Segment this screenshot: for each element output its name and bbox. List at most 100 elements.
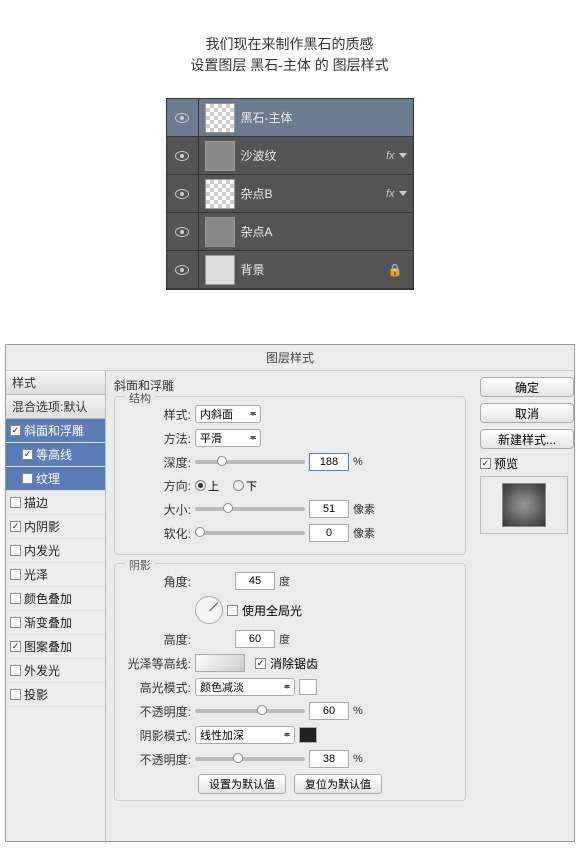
slider-knob[interactable] xyxy=(233,753,243,763)
sidebar-item-texture[interactable]: 纹理 xyxy=(6,467,105,491)
chevron-down-icon[interactable] xyxy=(399,191,407,196)
unit-percent: % xyxy=(353,753,363,765)
layer-name: 黑石-主体 xyxy=(241,109,413,126)
label-style: 样式: xyxy=(121,406,191,423)
visibility-icon[interactable] xyxy=(175,113,189,123)
select-value: 平滑 xyxy=(200,430,222,446)
visibility-icon[interactable] xyxy=(175,189,189,199)
sidebar-item-stroke[interactable]: 描边 xyxy=(6,491,105,515)
checkbox[interactable] xyxy=(10,689,21,700)
new-style-button[interactable]: 新建样式... xyxy=(480,429,574,449)
caret-icon xyxy=(284,685,290,689)
layer-row[interactable]: 黑石-主体 xyxy=(167,99,413,137)
chevron-down-icon[interactable] xyxy=(399,153,407,158)
altitude-input[interactable] xyxy=(235,630,275,648)
slider-knob[interactable] xyxy=(195,527,205,537)
shadow-color-swatch[interactable] xyxy=(299,727,317,743)
checkbox[interactable] xyxy=(10,497,21,508)
size-input[interactable] xyxy=(309,500,349,518)
sidebar-item-inner-shadow[interactable]: 内阴影 xyxy=(6,515,105,539)
label-angle: 角度: xyxy=(121,573,191,590)
visibility-icon[interactable] xyxy=(175,265,189,275)
highlight-opacity-slider[interactable] xyxy=(195,709,305,713)
sidebar-item-gradient-overlay[interactable]: 渐变叠加 xyxy=(6,611,105,635)
label-gloss-contour: 光泽等高线: xyxy=(121,655,191,672)
antialias-checkbox[interactable] xyxy=(255,658,266,669)
soften-slider[interactable] xyxy=(195,531,305,535)
layer-row[interactable]: 杂点A xyxy=(167,213,413,251)
slider-knob[interactable] xyxy=(223,503,233,513)
highlight-opacity-input[interactable] xyxy=(309,702,349,720)
sidebar-item-outer-glow[interactable]: 外发光 xyxy=(6,659,105,683)
layer-row[interactable]: 杂点B fx xyxy=(167,175,413,213)
sidebar-item-satin[interactable]: 光泽 xyxy=(6,563,105,587)
layer-thumbnail[interactable] xyxy=(205,255,235,285)
highlight-mode-select[interactable]: 颜色减淡 xyxy=(195,678,295,696)
fx-badge: fx xyxy=(386,150,395,162)
main-panel: 斜面和浮雕 结构 样式: 内斜面 方法: 平滑 深度: % xyxy=(106,371,474,843)
slider-knob[interactable] xyxy=(217,456,227,466)
checkbox[interactable] xyxy=(10,593,21,604)
unit-percent: % xyxy=(353,705,363,717)
depth-slider[interactable] xyxy=(195,460,305,464)
checkbox[interactable] xyxy=(10,641,21,652)
checkbox[interactable] xyxy=(10,545,21,556)
sidebar-item-drop-shadow[interactable]: 投影 xyxy=(6,683,105,707)
sidebar-label: 内阴影 xyxy=(24,518,60,535)
label-highlight-mode: 高光模式: xyxy=(121,679,191,696)
layer-thumbnail[interactable] xyxy=(205,217,235,247)
unit-percent: % xyxy=(353,456,363,468)
label-shadow-mode: 阴影模式: xyxy=(121,727,191,744)
soften-input[interactable] xyxy=(309,524,349,542)
reset-default-button[interactable]: 复位为默认值 xyxy=(294,774,382,794)
visibility-icon[interactable] xyxy=(175,151,189,161)
checkbox[interactable] xyxy=(10,617,21,628)
checkbox[interactable] xyxy=(10,569,21,580)
size-slider[interactable] xyxy=(195,507,305,511)
sidebar-item-bevel[interactable]: 斜面和浮雕 xyxy=(6,419,105,443)
shadow-opacity-slider[interactable] xyxy=(195,757,305,761)
slider-knob[interactable] xyxy=(257,705,267,715)
sidebar-label: 外发光 xyxy=(24,662,60,679)
angle-input[interactable] xyxy=(235,572,275,590)
visibility-icon[interactable] xyxy=(175,227,189,237)
label-method: 方法: xyxy=(121,430,191,447)
layer-thumbnail[interactable] xyxy=(205,141,235,171)
angle-wheel[interactable] xyxy=(195,596,223,624)
radio-label: 上 xyxy=(208,478,219,494)
sidebar-head-styles[interactable]: 样式 xyxy=(6,371,105,395)
checkbox[interactable] xyxy=(22,473,33,484)
shadow-mode-select[interactable]: 线性加深 xyxy=(195,726,295,744)
ok-button[interactable]: 确定 xyxy=(480,377,574,397)
layer-thumbnail[interactable] xyxy=(205,103,235,133)
layer-thumbnail[interactable] xyxy=(205,179,235,209)
sidebar-label: 斜面和浮雕 xyxy=(24,422,84,439)
layer-row[interactable]: 背景 🔒 xyxy=(167,251,413,289)
highlight-color-swatch[interactable] xyxy=(299,679,317,695)
checkbox[interactable] xyxy=(10,665,21,676)
contour-swatch[interactable] xyxy=(195,654,245,672)
layer-row[interactable]: 沙波纹 fx xyxy=(167,137,413,175)
sidebar-item-inner-glow[interactable]: 内发光 xyxy=(6,539,105,563)
method-select[interactable]: 平滑 xyxy=(195,429,261,447)
global-light-checkbox[interactable] xyxy=(227,605,238,616)
checkbox[interactable] xyxy=(10,521,21,532)
label-depth: 深度: xyxy=(121,454,191,471)
radio-up[interactable]: 上 xyxy=(195,478,219,494)
cancel-button[interactable]: 取消 xyxy=(480,403,574,423)
make-default-button[interactable]: 设置为默认值 xyxy=(198,774,286,794)
sidebar-item-pattern-overlay[interactable]: 图案叠加 xyxy=(6,635,105,659)
preview-thumbnail xyxy=(502,483,546,527)
radio-down[interactable]: 下 xyxy=(233,478,257,494)
sidebar-item-contour[interactable]: 等高线 xyxy=(6,443,105,467)
sidebar-head-blend[interactable]: 混合选项:默认 xyxy=(6,395,105,419)
checkbox[interactable] xyxy=(22,449,33,460)
shadow-opacity-input[interactable] xyxy=(309,750,349,768)
style-select[interactable]: 内斜面 xyxy=(195,405,261,423)
sidebar-item-color-overlay[interactable]: 颜色叠加 xyxy=(6,587,105,611)
antialias-label: 消除锯齿 xyxy=(270,655,318,672)
preview-checkbox[interactable] xyxy=(480,458,491,469)
layer-name: 杂点B xyxy=(241,185,386,202)
depth-input[interactable] xyxy=(309,453,349,471)
checkbox[interactable] xyxy=(10,425,21,436)
